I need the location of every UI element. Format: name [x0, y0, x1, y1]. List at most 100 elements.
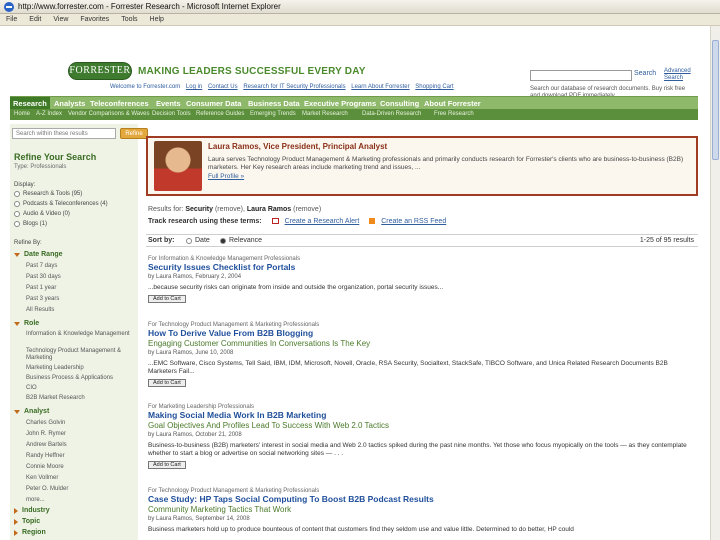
- facet-region[interactable]: Region: [14, 529, 46, 536]
- menu-edit[interactable]: Edit: [29, 16, 41, 23]
- result-subtitle: Goal Objectives And Profiles Lead To Suc…: [148, 421, 390, 430]
- menu-help[interactable]: Help: [150, 16, 164, 23]
- subnav-data-driven-research[interactable]: Data-Driven Research: [362, 109, 421, 120]
- facet-item[interactable]: Technology Product Management & Marketin…: [26, 348, 136, 362]
- display-option[interactable]: Blogs (1): [14, 221, 47, 227]
- create-rss-link[interactable]: Create an RSS Feed: [381, 218, 446, 225]
- facet-item[interactable]: Business Process & Applications: [26, 375, 136, 382]
- result-snippet: ...because security risks can originate …: [148, 284, 444, 291]
- result-title[interactable]: How To Derive Value From B2B Blogging: [148, 328, 700, 339]
- subnav-market-research[interactable]: Market Research: [302, 109, 348, 120]
- role-link[interactable]: Research for IT Security Professionals: [243, 84, 345, 90]
- menu-file[interactable]: File: [6, 16, 17, 23]
- facet-item[interactable]: Information & Knowledge Management: [26, 331, 136, 338]
- advanced-search-link[interactable]: Advanced Search: [664, 68, 710, 82]
- subnav-az-index[interactable]: A-Z Index: [36, 109, 62, 120]
- display-option[interactable]: Research & Tools (95): [14, 191, 82, 197]
- facet-item[interactable]: John R. Rymer: [26, 431, 136, 438]
- facet-item[interactable]: Past 3 years: [26, 296, 136, 303]
- remove-term-link[interactable]: (remove): [293, 206, 321, 213]
- result-item: For Technology Product Management & Mark…: [148, 488, 700, 534]
- facet-item[interactable]: Randy Heffner: [26, 453, 136, 460]
- facet-topic[interactable]: Topic: [14, 518, 40, 525]
- logo-text[interactable]: FORRESTER: [68, 65, 132, 76]
- window-title: http://www.forrester.com - Forrester Res…: [18, 2, 281, 11]
- facet-analyst[interactable]: Analyst: [14, 408, 49, 415]
- sort-relevance[interactable]: Relevance: [220, 237, 262, 244]
- display-option[interactable]: Podcasts & Teleconferences (4): [14, 201, 108, 207]
- sub-nav: Home A-Z Index Vendor Comparisons & Wave…: [10, 109, 698, 120]
- cart-link[interactable]: Shopping Cart: [415, 84, 453, 90]
- menu-view[interactable]: View: [53, 16, 68, 23]
- radio-icon[interactable]: [14, 211, 20, 217]
- refine-by-label: Refine By:: [14, 240, 42, 246]
- facet-item[interactable]: Past 7 days: [26, 263, 136, 270]
- subnav-decision-tools[interactable]: Decision Tools: [152, 109, 191, 120]
- facet-item[interactable]: Andrew Bartels: [26, 442, 136, 449]
- result-title[interactable]: Making Social Media Work In B2B Marketin…: [148, 410, 700, 421]
- result-snippet: Business-to-business (B2B) marketers' in…: [148, 442, 687, 457]
- menu-favorites[interactable]: Favorites: [80, 16, 109, 23]
- vertical-scrollbar[interactable]: [710, 26, 720, 540]
- radio-icon[interactable]: [14, 201, 20, 207]
- refine-subtitle: Type: Professionals: [14, 164, 67, 170]
- facet-item[interactable]: CIO: [26, 385, 136, 392]
- track-research: Track research using these terms: Create…: [148, 218, 447, 225]
- facet-role[interactable]: Role: [14, 320, 39, 327]
- triangle-right-icon: [14, 529, 18, 536]
- facet-item[interactable]: All Results: [26, 307, 136, 314]
- login-link[interactable]: Log in: [186, 84, 202, 90]
- welcome-text: Welcome to Forrester.com: [110, 84, 181, 90]
- facet-more-link[interactable]: more...: [26, 497, 136, 504]
- remove-term-link[interactable]: (remove): [215, 206, 243, 213]
- search-within-input[interactable]: Search within these results: [12, 128, 116, 139]
- scrollbar-thumb[interactable]: [712, 40, 719, 160]
- radio-selected-icon[interactable]: [220, 237, 226, 244]
- result-subtitle: Community Marketing Tactics That Work: [148, 505, 292, 514]
- add-to-cart-button[interactable]: Add to Cart: [148, 461, 186, 469]
- result-snippet: Business marketers hold up to produce bo…: [148, 526, 574, 533]
- site-search-input[interactable]: [530, 70, 632, 81]
- subnav-vendor-comparisons[interactable]: Vendor Comparisons & Waves: [68, 109, 149, 120]
- radio-icon[interactable]: [14, 191, 20, 197]
- triangle-down-icon: [14, 409, 20, 414]
- radio-icon[interactable]: [186, 237, 192, 244]
- result-subtitle: Engaging Customer Communities In Convers…: [148, 339, 371, 348]
- facet-date-range[interactable]: Date Range: [14, 251, 63, 258]
- display-option[interactable]: Audio & Video (0): [14, 211, 70, 217]
- browser-menubar: File Edit View Favorites Tools Help: [0, 14, 720, 26]
- facet-item[interactable]: Peter O. Mulder: [26, 486, 136, 493]
- facet-item[interactable]: Connie Moore: [26, 464, 136, 471]
- facet-item[interactable]: Charles Golvin: [26, 420, 136, 427]
- learn-link[interactable]: Learn About Forrester: [351, 84, 409, 90]
- menu-tools[interactable]: Tools: [121, 16, 137, 23]
- facet-item[interactable]: Marketing Leadership: [26, 365, 136, 372]
- alert-icon: [271, 218, 279, 225]
- add-to-cart-button[interactable]: Add to Cart: [148, 295, 186, 303]
- facet-industry[interactable]: Industry: [14, 507, 50, 514]
- subnav-emerging-trends[interactable]: Emerging Trends: [250, 109, 296, 120]
- facet-item[interactable]: Ken Vollmer: [26, 475, 136, 482]
- subnav-reference-guides[interactable]: Reference Guides: [196, 109, 244, 120]
- facet-item[interactable]: Past 30 days: [26, 274, 136, 281]
- facet-item[interactable]: B2B Market Research: [26, 395, 136, 402]
- results-for: Results for: Security (remove), Laura Ra…: [148, 206, 322, 213]
- result-meta: by Laura Ramos, October 21, 2008: [148, 432, 242, 438]
- subnav-free-research[interactable]: Free Research: [434, 109, 474, 120]
- create-alert-link[interactable]: Create a Research Alert: [285, 218, 360, 225]
- result-title[interactable]: Case Study: HP Taps Social Computing To …: [148, 494, 700, 505]
- subnav-home[interactable]: Home: [14, 109, 30, 120]
- term-security: Security: [185, 206, 213, 213]
- result-title[interactable]: Security Issues Checklist for Portals: [148, 262, 700, 273]
- radio-icon[interactable]: [14, 221, 20, 227]
- browser-titlebar: http://www.forrester.com - Forrester Res…: [0, 0, 720, 14]
- contact-link[interactable]: Contact Us: [208, 84, 238, 90]
- refine-button[interactable]: Refine: [120, 128, 148, 139]
- site-search-button[interactable]: Search: [634, 70, 656, 77]
- facet-item[interactable]: Past 1 year: [26, 285, 136, 292]
- term-analyst: Laura Ramos: [246, 206, 292, 213]
- result-meta: by Laura Ramos, September 14, 2008: [148, 516, 250, 522]
- full-profile-link[interactable]: Full Profile »: [208, 173, 244, 180]
- add-to-cart-button[interactable]: Add to Cart: [148, 379, 186, 387]
- sort-date[interactable]: Date: [186, 237, 210, 244]
